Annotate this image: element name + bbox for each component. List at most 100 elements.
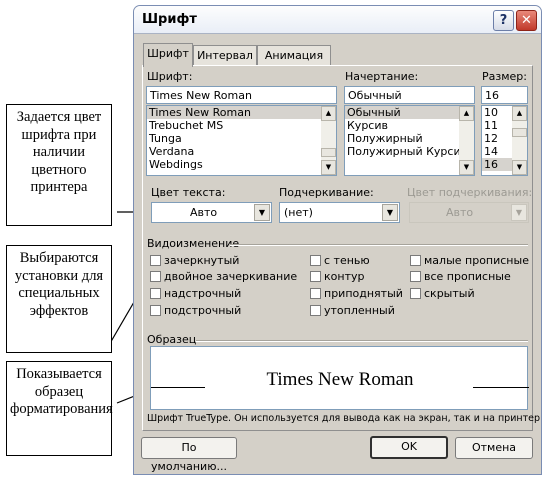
list-item[interactable]: Webdings bbox=[147, 158, 336, 171]
checkbox-hidden[interactable]: скрытый bbox=[410, 287, 475, 301]
close-icon: ✕ bbox=[521, 13, 532, 28]
sample-group-label: Образец bbox=[147, 333, 197, 346]
scroll-thumb[interactable] bbox=[512, 128, 527, 137]
tab-animation[interactable]: Анимация bbox=[257, 45, 331, 66]
text-color-value: Авто bbox=[190, 206, 218, 219]
size-label: Размер: bbox=[482, 70, 527, 83]
checkbox-superscript[interactable]: надстрочный bbox=[150, 287, 241, 301]
checkbox-subscript[interactable]: подстрочный bbox=[150, 304, 241, 318]
underline-color-label: Цвет подчеркивания: bbox=[407, 186, 533, 199]
list-item[interactable]: Times New Roman bbox=[147, 106, 336, 119]
underline-select[interactable]: (нет) ▼ bbox=[279, 202, 400, 223]
chevron-down-icon[interactable]: ▼ bbox=[382, 204, 398, 221]
list-item[interactable]: Tunga bbox=[147, 132, 336, 145]
checkbox-small-caps[interactable]: малые прописные bbox=[410, 254, 529, 268]
scroll-up-icon[interactable]: ▲ bbox=[459, 106, 474, 121]
callout-effects: Выбираются установки для специальных эфф… bbox=[6, 245, 112, 353]
cancel-button[interactable]: Отмена bbox=[455, 437, 533, 459]
close-button[interactable]: ✕ bbox=[516, 10, 537, 31]
tab-spacing-label: Интервал bbox=[197, 49, 253, 62]
scroll-up-icon[interactable]: ▲ bbox=[512, 106, 527, 121]
checkbox-box[interactable] bbox=[310, 271, 321, 282]
list-item[interactable]: Курсив bbox=[345, 119, 474, 132]
ok-button[interactable]: OK bbox=[370, 436, 448, 459]
checkbox-label: контур bbox=[324, 270, 365, 283]
font-label: Шрифт: bbox=[147, 70, 193, 83]
scroll-up-icon[interactable]: ▲ bbox=[321, 106, 336, 121]
checkbox-box[interactable] bbox=[410, 288, 421, 299]
list-item[interactable]: Trebuchet MS bbox=[147, 119, 336, 132]
sample-divider bbox=[196, 340, 528, 342]
scroll-down-icon[interactable]: ▼ bbox=[459, 160, 474, 175]
tab-animation-label: Анимация bbox=[264, 49, 324, 62]
size-list[interactable]: 10 11 12 14 16 ▲ ▼ bbox=[481, 105, 528, 176]
dialog-title: Шрифт bbox=[142, 12, 197, 27]
text-color-label: Цвет текста: bbox=[151, 186, 226, 199]
tab-spacing[interactable]: Интервал bbox=[193, 45, 257, 66]
title-bar: Шрифт ? ✕ bbox=[134, 6, 541, 34]
style-label: Начертание: bbox=[345, 70, 419, 83]
checkbox-engrave[interactable]: утопленный bbox=[310, 304, 395, 318]
checkbox-strikethrough[interactable]: зачеркнутый bbox=[150, 254, 239, 268]
checkbox-label: надстрочный bbox=[164, 287, 242, 300]
style-list[interactable]: Обычный Курсив Полужирный Полужирный Кур… bbox=[344, 105, 475, 176]
help-button[interactable]: ? bbox=[493, 10, 514, 31]
underline-label: Подчеркивание: bbox=[279, 186, 374, 199]
checkbox-box[interactable] bbox=[310, 255, 321, 266]
font-dialog: Шрифт ? ✕ Шрифт Интервал Анимация Шрифт:… bbox=[133, 5, 542, 475]
text-color-select[interactable]: Авто ▼ bbox=[151, 202, 272, 223]
style-input[interactable]: Обычный bbox=[344, 86, 475, 104]
list-item[interactable]: Verdana bbox=[147, 145, 336, 158]
callout-sample: Показывается образец форматирования bbox=[6, 361, 113, 456]
help-icon: ? bbox=[499, 13, 508, 28]
size-input[interactable]: 16 bbox=[481, 86, 528, 104]
scroll-down-icon[interactable]: ▼ bbox=[512, 160, 527, 175]
checkbox-outline[interactable]: контур bbox=[310, 270, 364, 284]
font-list[interactable]: Times New Roman Trebuchet MS Tunga Verda… bbox=[146, 105, 337, 176]
list-item[interactable]: Обычный bbox=[345, 106, 474, 119]
sample-note: Шрифт TrueType. Он используется для выво… bbox=[147, 413, 542, 424]
checkbox-box[interactable] bbox=[150, 305, 161, 316]
checkbox-label: двойное зачеркивание bbox=[164, 270, 298, 283]
checkbox-label: с тенью bbox=[324, 254, 370, 267]
checkbox-box[interactable] bbox=[150, 288, 161, 299]
scroll-down-icon[interactable]: ▼ bbox=[321, 160, 336, 175]
checkbox-box[interactable] bbox=[150, 271, 161, 282]
chevron-down-icon[interactable]: ▼ bbox=[511, 204, 527, 221]
effects-divider bbox=[230, 244, 528, 246]
tab-strip: Шрифт Интервал Анимация bbox=[143, 43, 443, 67]
checkbox-box[interactable] bbox=[310, 305, 321, 316]
list-item[interactable]: Полужирный bbox=[345, 132, 474, 145]
checkbox-label: малые прописные bbox=[424, 254, 529, 267]
checkbox-shadow[interactable]: с тенью bbox=[310, 254, 370, 268]
checkbox-emboss[interactable]: приподнятый bbox=[310, 287, 403, 301]
underline-color-select[interactable]: Авто ▼ bbox=[409, 202, 529, 223]
underline-value: (нет) bbox=[284, 206, 313, 219]
font-list-scrollbar[interactable]: ▲ ▼ bbox=[321, 106, 336, 175]
checkbox-box[interactable] bbox=[410, 271, 421, 282]
default-button[interactable]: По умолчанию... bbox=[141, 437, 237, 473]
checkbox-label: все прописные bbox=[424, 270, 511, 283]
checkbox-label: утопленный bbox=[324, 304, 395, 317]
font-input[interactable]: Times New Roman bbox=[146, 86, 337, 104]
sample-preview: Times New Roman bbox=[150, 346, 529, 410]
checkbox-label: скрытый bbox=[424, 287, 475, 300]
sample-text: Times New Roman bbox=[266, 369, 414, 390]
list-item[interactable]: Полужирный Курсив bbox=[345, 145, 474, 158]
checkbox-double-strikethrough[interactable]: двойное зачеркивание bbox=[150, 270, 297, 284]
underline-color-value: Авто bbox=[446, 206, 474, 219]
checkbox-label: зачеркнутый bbox=[164, 254, 240, 267]
checkbox-label: подстрочный bbox=[164, 304, 242, 317]
scroll-thumb[interactable] bbox=[321, 148, 336, 157]
style-list-scrollbar[interactable]: ▲ ▼ bbox=[459, 106, 474, 175]
tab-font[interactable]: Шрифт bbox=[143, 43, 193, 67]
checkbox-box[interactable] bbox=[150, 255, 161, 266]
effects-group-label: Видоизменение bbox=[147, 237, 240, 250]
checkbox-box[interactable] bbox=[410, 255, 421, 266]
checkbox-box[interactable] bbox=[310, 288, 321, 299]
checkbox-all-caps[interactable]: все прописные bbox=[410, 270, 511, 284]
size-list-scrollbar[interactable]: ▲ ▼ bbox=[512, 106, 527, 175]
chevron-down-icon[interactable]: ▼ bbox=[254, 204, 270, 221]
checkbox-label: приподнятый bbox=[324, 287, 403, 300]
callout-text-color: Задается цвет шрифта при наличии цветног… bbox=[6, 104, 112, 226]
